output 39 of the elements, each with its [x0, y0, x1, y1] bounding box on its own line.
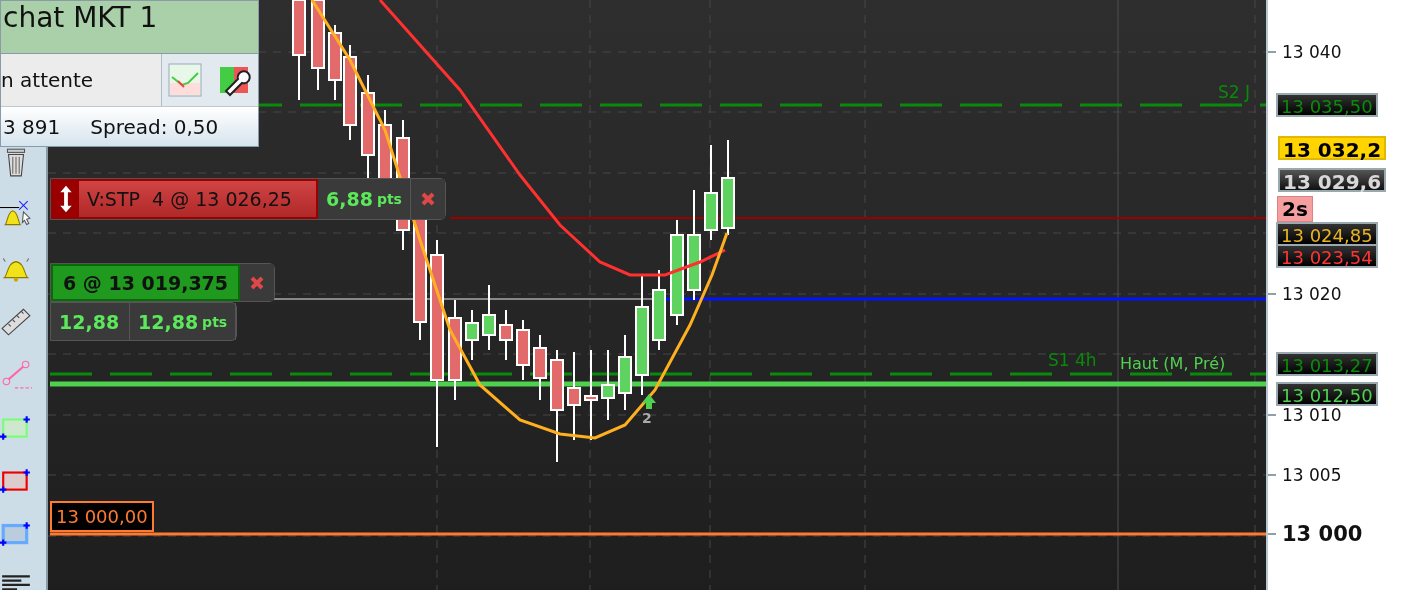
price-tag: 13 029,6: [1278, 168, 1387, 192]
drag-handle-icon[interactable]: [53, 180, 79, 218]
axis-tick-label: 13 010: [1282, 405, 1342, 425]
price-tag: 13 032,2: [1278, 136, 1387, 160]
price-tag: 13 035,50: [1276, 93, 1378, 117]
signal-count: 2: [642, 410, 652, 426]
profit-value: 12,88 pts: [130, 303, 237, 340]
profit-value: 6,88 pts: [318, 179, 411, 219]
panel-title: chat MKT 1: [2, 1, 158, 34]
ruler-icon[interactable]: [0, 305, 32, 337]
price-tag: 13 012,50: [1276, 382, 1378, 406]
stop-order-tag[interactable]: V:STP 4 @ 13 026,25: [51, 179, 318, 219]
candlestick: [516, 319, 530, 381]
price-tag: 13 023,54: [1276, 244, 1378, 268]
close-icon[interactable]: [419, 191, 436, 207]
level-label: S2 J: [1218, 82, 1251, 102]
candlestick: [465, 309, 479, 361]
axis-tick-label: 13 000: [1282, 522, 1363, 546]
price-alert-tag[interactable]: 13 000,00: [50, 501, 154, 532]
profit-value: 12,88: [51, 303, 130, 340]
axis-tick-label: 13 020: [1282, 284, 1342, 304]
axis-tick-label: 13 005: [1282, 465, 1342, 485]
level-label: S1 4h: [1048, 350, 1097, 370]
price-tag: 13 024,85: [1276, 222, 1378, 246]
position-tag[interactable]: 6 @ 13 019,375: [51, 264, 241, 301]
volume-value: 3 891: [3, 114, 61, 139]
level-label: Haut (M, Pré): [1120, 354, 1226, 373]
order-text: V:STP 4 @ 13 026,25: [86, 188, 292, 210]
countdown-badge: 2s: [1277, 196, 1313, 222]
candlestick: [601, 349, 615, 421]
candlestick: [499, 309, 513, 361]
candlestick: [533, 334, 547, 401]
spread-value: Spread: 0,50: [90, 114, 219, 139]
candlestick: [482, 284, 496, 351]
axis-tick-label: 13 040: [1282, 42, 1342, 62]
order-status: n attente: [1, 67, 95, 94]
up-arrow-icon: [642, 394, 656, 409]
price-tag: 13 013,27: [1276, 352, 1378, 376]
close-icon[interactable]: [249, 274, 266, 291]
